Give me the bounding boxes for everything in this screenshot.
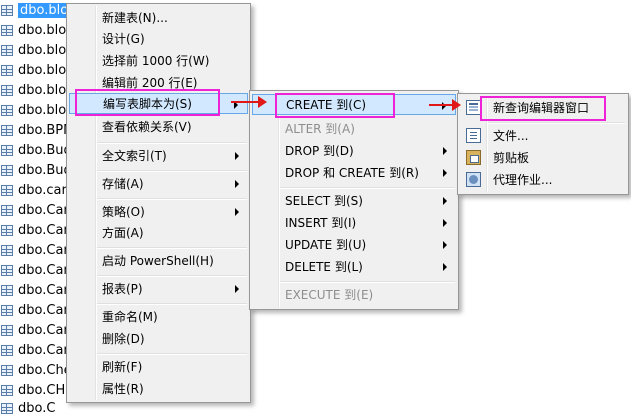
submenu-arrow-icon bbox=[443, 147, 447, 155]
submenu-arrow-icon bbox=[443, 263, 447, 271]
menu-separator bbox=[97, 303, 247, 305]
menu-separator bbox=[280, 187, 455, 189]
menu-item-create-to[interactable]: CREATE 到(C) bbox=[252, 94, 456, 115]
menu-separator bbox=[97, 170, 247, 172]
menu-item-facets[interactable]: 方面(A) bbox=[69, 222, 248, 243]
table-icon bbox=[1, 84, 13, 96]
menu-item-insert-to[interactable]: INSERT 到(I) bbox=[252, 212, 456, 233]
menu-separator bbox=[97, 275, 247, 277]
annotation-arrow-icon bbox=[429, 99, 461, 111]
menu-item-drop-to[interactable]: DROP 到(D) bbox=[252, 140, 456, 161]
table-icon bbox=[1, 204, 13, 216]
menu-item-full-text-index[interactable]: 全文索引(T) bbox=[69, 145, 248, 166]
menu-item-delete[interactable]: 删除(D) bbox=[69, 328, 248, 349]
menu-item-select-top-1000[interactable]: 选择前 1000 行(W) bbox=[69, 50, 248, 71]
menu-separator bbox=[97, 353, 247, 355]
create-to-submenu: 新查询编辑器窗口 文件... 剪贴板 代理作业... bbox=[457, 93, 629, 195]
table-icon bbox=[1, 244, 13, 256]
table-icon bbox=[1, 324, 13, 336]
menu-item-clipboard[interactable]: 剪贴板 bbox=[460, 147, 626, 168]
table-icon bbox=[1, 124, 13, 136]
menu-item-new-query-window[interactable]: 新查询编辑器窗口 bbox=[460, 97, 626, 118]
submenu-arrow-icon bbox=[235, 285, 239, 293]
menu-separator bbox=[280, 281, 455, 283]
table-icon bbox=[1, 144, 13, 156]
table-icon bbox=[1, 364, 13, 376]
menu-item-refresh[interactable]: 刷新(F) bbox=[69, 356, 248, 377]
menu-item-properties[interactable]: 属性(R) bbox=[69, 378, 248, 399]
table-icon bbox=[1, 24, 13, 36]
menu-item-script-table-as[interactable]: 编写表脚本为(S) bbox=[69, 93, 248, 114]
table-icon bbox=[1, 64, 13, 76]
table-icon bbox=[1, 264, 13, 276]
menu-item-design[interactable]: 设计(G) bbox=[69, 28, 248, 49]
submenu-arrow-icon bbox=[443, 169, 447, 177]
menu-item-new-table[interactable]: 新建表(N)... bbox=[69, 7, 248, 28]
table-icon bbox=[1, 164, 13, 176]
table-icon bbox=[1, 344, 13, 356]
menu-item-agent-job[interactable]: 代理作业... bbox=[460, 169, 626, 190]
table-icon bbox=[1, 184, 13, 196]
submenu-arrow-icon bbox=[443, 219, 447, 227]
table-icon bbox=[1, 224, 13, 236]
clipboard-icon bbox=[466, 150, 481, 165]
script-as-submenu: CREATE 到(C) ALTER 到(A) DROP 到(D) DROP 和 … bbox=[249, 90, 459, 310]
table-icon bbox=[1, 4, 13, 16]
submenu-arrow-icon bbox=[443, 197, 447, 205]
agent-job-icon bbox=[466, 172, 481, 187]
annotation-arrow-icon bbox=[231, 96, 267, 108]
submenu-arrow-icon bbox=[235, 152, 239, 160]
table-icon bbox=[1, 384, 13, 396]
menu-separator bbox=[97, 198, 247, 200]
menu-item-drop-and-create-to[interactable]: DROP 和 CREATE 到(R) bbox=[252, 162, 456, 183]
menu-item-storage[interactable]: 存储(A) bbox=[69, 173, 248, 194]
menu-item-policies[interactable]: 策略(O) bbox=[69, 201, 248, 222]
file-icon bbox=[466, 128, 481, 143]
submenu-arrow-icon bbox=[235, 208, 239, 216]
menu-item-update-to[interactable]: UPDATE 到(U) bbox=[252, 234, 456, 255]
menu-item-rename[interactable]: 重命名(M) bbox=[69, 306, 248, 327]
menu-separator bbox=[488, 122, 625, 124]
query-window-icon bbox=[466, 100, 481, 115]
table-icon bbox=[1, 104, 13, 116]
table-icon bbox=[1, 44, 13, 56]
table-icon bbox=[1, 284, 13, 296]
menu-item-alter-to[interactable]: ALTER 到(A) bbox=[252, 118, 456, 139]
table-icon bbox=[1, 304, 13, 316]
submenu-arrow-icon bbox=[443, 241, 447, 249]
menu-item-file[interactable]: 文件... bbox=[460, 125, 626, 146]
submenu-arrow-icon bbox=[235, 180, 239, 188]
table-context-menu: 新建表(N)... 设计(G) 选择前 1000 行(W) 编辑前 200 行(… bbox=[66, 3, 251, 403]
menu-item-reports[interactable]: 报表(P) bbox=[69, 278, 248, 299]
menu-item-start-powershell[interactable]: 启动 PowerShell(H) bbox=[69, 250, 248, 271]
menu-item-view-dependencies[interactable]: 查看依赖关系(V) bbox=[69, 116, 248, 137]
menu-separator bbox=[97, 247, 247, 249]
table-icon bbox=[1, 402, 13, 414]
menu-item-edit-top-200[interactable]: 编辑前 200 行(E) bbox=[69, 72, 248, 93]
menu-item-select-to[interactable]: SELECT 到(S) bbox=[252, 190, 456, 211]
menu-item-delete-to[interactable]: DELETE 到(L) bbox=[252, 256, 456, 277]
menu-separator bbox=[97, 142, 247, 144]
menu-item-execute-to[interactable]: EXECUTE 到(E) bbox=[252, 284, 456, 305]
